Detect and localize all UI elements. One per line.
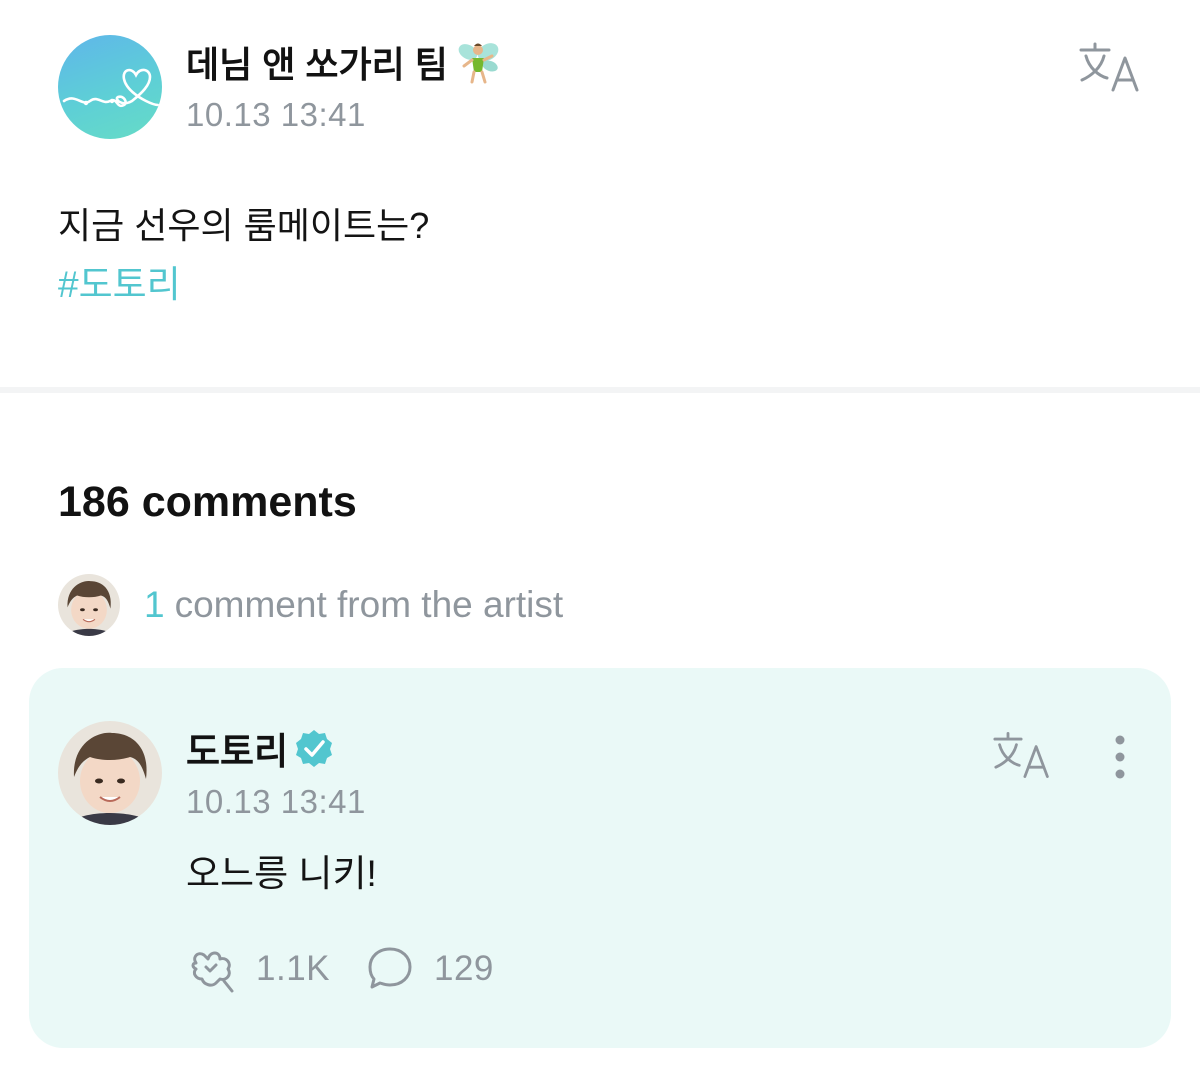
comment-timestamp: 10.13 13:41 [186, 783, 366, 820]
comment-body-text: 오느릉 니키! [186, 853, 377, 894]
comment-translate-button[interactable] [993, 731, 1053, 779]
translate-button[interactable] [1079, 42, 1143, 92]
like-count: 1.1K [256, 949, 330, 988]
artist-avatar-small [58, 574, 120, 636]
artist-face-avatar [58, 574, 120, 636]
comment-author-avatar[interactable] [58, 721, 162, 825]
artist-comment-label: comment from the artist [174, 584, 564, 625]
comment-author-name[interactable]: 도토리 [186, 721, 334, 775]
cheer-button[interactable] [186, 943, 238, 995]
verified-badge-icon [296, 730, 333, 767]
speech-bubble-icon [368, 947, 412, 989]
reply-button[interactable] [364, 943, 416, 995]
comment-stats: 1.1K 129 [186, 944, 494, 994]
post-hashtag-link[interactable]: #도토리 [58, 254, 181, 308]
post-author-label: 데님 앤 쏘가리 팀 [186, 44, 448, 85]
section-divider [0, 387, 1200, 393]
post-author-avatar[interactable] [58, 35, 162, 139]
post-body-text: 지금 선우의 룸메이트는? [58, 205, 430, 246]
translate-icon [1079, 42, 1139, 92]
post-timestamp: 10.13 13:41 [186, 96, 366, 133]
heart-string-logo [62, 68, 160, 108]
post-author-name[interactable]: 데님 앤 쏘가리 팀 [186, 36, 504, 88]
cheer-hand-icon [191, 951, 234, 993]
translate-icon [993, 732, 1049, 778]
reply-count: 129 [434, 949, 494, 988]
artist-face-avatar [58, 721, 162, 825]
artist-comments-summary[interactable]: 1 comment from the artist [58, 574, 563, 636]
fairy-icon [458, 43, 499, 84]
more-options-button[interactable] [1107, 734, 1133, 784]
comment-author-label: 도토리 [186, 731, 289, 772]
comments-count-heading: 186 comments [58, 478, 357, 526]
more-vertical-icon [1115, 735, 1125, 779]
artist-comment-count: 1 [144, 584, 165, 625]
